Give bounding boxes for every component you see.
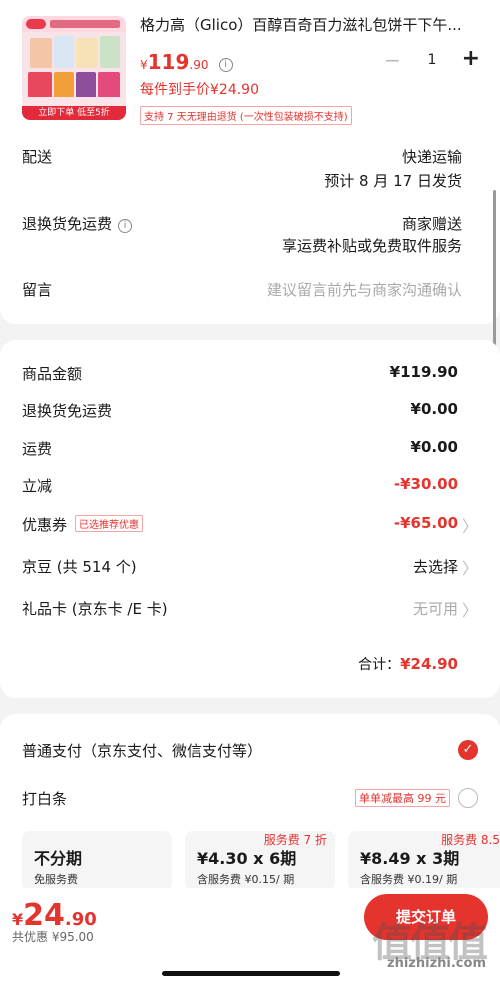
installment-plan[interactable]: 服务费 7 折 ¥4.30 x 6期 含服务费 ¥0.15/ 期: [185, 831, 335, 891]
pay-decimal: .90: [64, 909, 97, 930]
return-fee-label: 退换货免运费: [22, 215, 113, 233]
plan-subtitle: 含服务费 ¥0.19/ 期: [360, 873, 458, 886]
total-row: 合计：¥24.90: [358, 654, 458, 674]
summary-value-instant-discount: -¥30.00: [393, 475, 458, 493]
summary-label-goods: 商品金额: [22, 365, 83, 383]
chevron-right-icon[interactable]: 〉: [462, 597, 478, 621]
coupon-value[interactable]: -¥65.00: [394, 514, 458, 532]
product-box: [76, 72, 96, 98]
plan-subtitle: 免服务费: [34, 873, 78, 886]
price-decimal: .90: [189, 58, 209, 72]
total-discount: 共优惠 ¥95.00: [12, 930, 94, 944]
watermark-text: zhizhizhi.com: [387, 956, 486, 971]
product-title[interactable]: 格力高（Glico）百醇百奇百力滋礼包饼干下午...: [140, 14, 480, 35]
giftcard-label: 礼品卡 (京东卡 /E 卡): [22, 600, 168, 618]
quantity-stepper: − 1 +: [384, 47, 480, 72]
installment-plan[interactable]: 不分期 免服务费: [22, 831, 172, 891]
summary-value-goods: ¥119.90: [389, 363, 458, 381]
delivery-label: 配送: [22, 148, 53, 166]
info-icon[interactable]: i: [218, 58, 233, 72]
increase-button[interactable]: +: [462, 47, 480, 71]
chevron-right-icon[interactable]: 〉: [462, 513, 478, 537]
each-price: 每件到手价¥24.90: [140, 82, 259, 98]
product-price: ¥119.90 i: [140, 50, 233, 74]
message-input[interactable]: 建议留言前先与商家沟通确认: [267, 279, 462, 300]
coupon-label: 优惠券: [22, 516, 68, 534]
baitiao-promo-tag: 单单减最高 99 元: [355, 789, 450, 807]
check-icon[interactable]: ✓: [458, 740, 478, 760]
plan-title: 不分期: [34, 849, 83, 868]
product-box: [98, 72, 120, 98]
total-value: ¥24.90: [400, 655, 458, 673]
summary-label-shipping: 运费: [22, 440, 53, 458]
coupon-row[interactable]: 优惠券 已选推荐优惠: [22, 514, 144, 535]
total-label: 合计：: [358, 657, 401, 673]
product-box: [54, 72, 74, 98]
jingdou-label: 京豆 (共 514 个): [22, 558, 137, 576]
decrease-button[interactable]: −: [384, 49, 401, 71]
summary-value-return-fee: ¥0.00: [410, 400, 458, 418]
plan-subtitle: 含服务费 ¥0.15/ 期: [197, 873, 295, 886]
quantity-value[interactable]: 1: [422, 52, 442, 68]
return-fee-detail: 享运费补贴或免费取件服务: [281, 237, 462, 255]
return-fee-value: 商家赠送: [401, 215, 462, 233]
installment-plan[interactable]: 服务费 8.5 ¥8.49 x 3期 含服务费 ¥0.19/ 期: [348, 831, 500, 891]
summary-label-return-fee: 退换货免运费: [22, 402, 113, 420]
product-box: [76, 38, 98, 68]
plan-title: ¥4.30 x 6期: [197, 849, 297, 868]
radio-button[interactable]: [458, 788, 478, 808]
price-integer: 119: [147, 50, 190, 74]
payment-option-standard[interactable]: 普通支付（京东支付、微信支付等）: [22, 740, 262, 761]
product-thumbnail[interactable]: 立即下单 低至5折: [22, 16, 126, 120]
return-fee-row: 退换货免运费 i: [22, 213, 133, 234]
checkout-page: 立即下单 低至5折 格力高（Glico）百醇百奇百力滋礼包饼干下午... ¥11…: [0, 0, 500, 986]
delivery-eta: 预计 8 月 17 日发货: [324, 172, 462, 190]
thumb-promo-band: 立即下单 低至5折: [22, 106, 126, 120]
coupon-tag: 已选推荐优惠: [75, 515, 144, 532]
product-box: [54, 36, 74, 68]
thumb-header-text: [50, 20, 120, 28]
thumb-header: [22, 16, 126, 32]
chevron-right-icon[interactable]: 〉: [462, 555, 478, 579]
delivery-method[interactable]: 快递运输: [402, 146, 462, 167]
plan-title: ¥8.49 x 3期: [360, 849, 460, 868]
return-policy-tag: 支持 7 天无理由退货 (一次性包装破损不支持): [140, 106, 352, 125]
message-label: 留言: [22, 281, 53, 299]
price-currency: ¥: [140, 58, 148, 72]
product-box: [28, 72, 52, 98]
product-box: [100, 36, 120, 68]
product-box: [30, 38, 52, 68]
thumb-subband: [22, 97, 126, 106]
home-indicator[interactable]: [162, 971, 340, 976]
info-icon[interactable]: i: [118, 219, 133, 233]
summary-label-instant-discount: 立减: [22, 477, 53, 495]
glico-logo: [26, 19, 46, 29]
summary-value-shipping: ¥0.00: [410, 438, 458, 456]
jingdou-select[interactable]: 去选择: [413, 556, 458, 577]
giftcard-value[interactable]: 无可用: [413, 598, 458, 619]
payment-option-baitiao[interactable]: 打白条: [22, 788, 67, 809]
pay-currency: ¥: [12, 910, 24, 929]
